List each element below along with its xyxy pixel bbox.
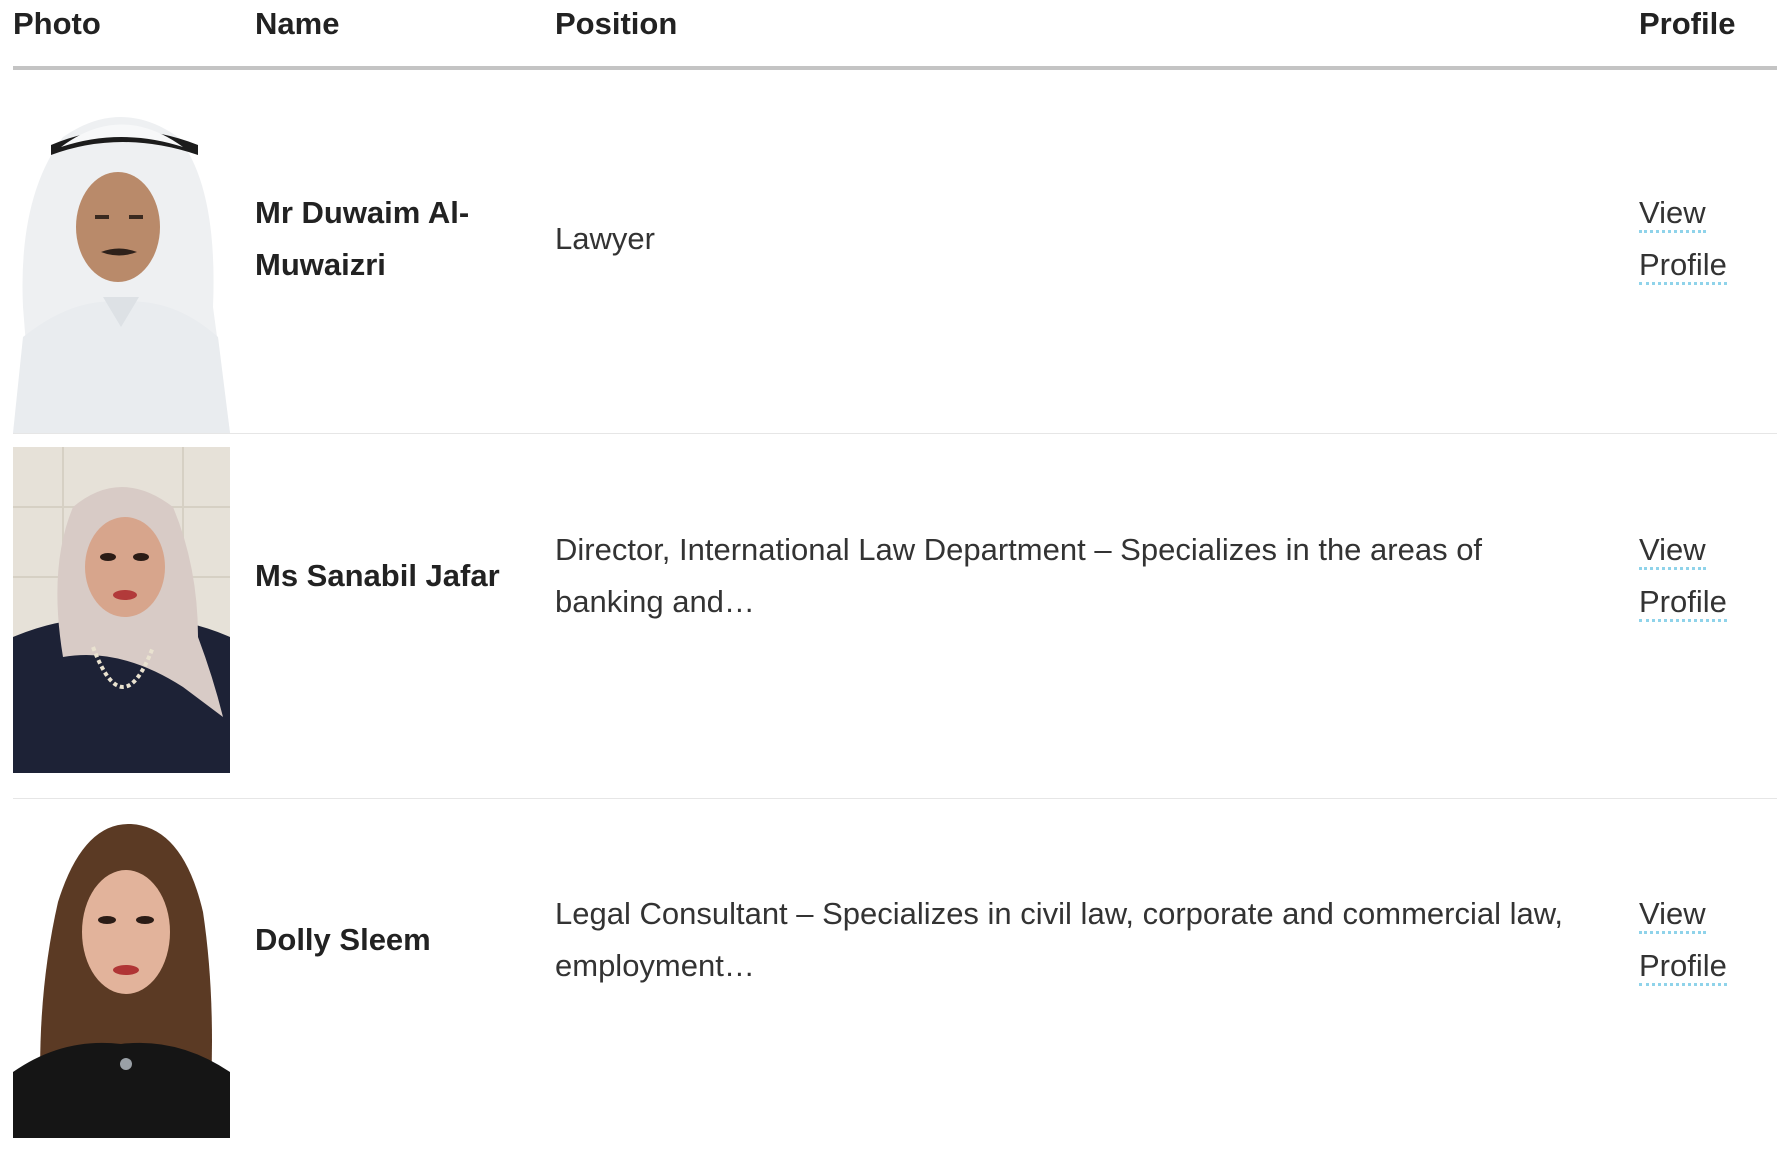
person-photo xyxy=(13,812,230,1138)
view-profile-link[interactable]: View Profile xyxy=(1639,187,1759,291)
staff-table: Photo Name Position Profile Mr Duwaim Al… xyxy=(0,0,1777,1159)
view-profile-link-line1: View xyxy=(1639,195,1706,233)
view-profile-link-line2: Profile xyxy=(1639,247,1727,285)
view-profile-link[interactable]: View Profile xyxy=(1639,524,1759,628)
view-profile-link-line2: Profile xyxy=(1639,584,1727,622)
view-profile-link[interactable]: View Profile xyxy=(1639,888,1759,992)
view-profile-link-line2: Profile xyxy=(1639,948,1727,986)
header-name: Name xyxy=(255,6,340,41)
table-row: Dolly Sleem Legal Consultant – Specializ… xyxy=(13,799,1777,1159)
person-name: Dolly Sleem xyxy=(255,922,431,957)
header-photo: Photo xyxy=(13,6,101,41)
table-row: Mr Duwaim Al-Muwaizri Lawyer View Profil… xyxy=(13,70,1777,434)
person-position: Director, International Law Department –… xyxy=(555,532,1483,619)
person-photo xyxy=(13,107,230,433)
person-photo xyxy=(13,447,230,773)
person-position: Legal Consultant – Specializes in civil … xyxy=(555,896,1563,983)
table-header: Photo Name Position Profile xyxy=(13,0,1777,70)
person-name: Mr Duwaim Al-Muwaizri xyxy=(255,195,470,282)
person-name: Ms Sanabil Jafar xyxy=(255,558,500,593)
person-position: Lawyer xyxy=(555,221,655,256)
header-position: Position xyxy=(555,6,678,41)
view-profile-link-line1: View xyxy=(1639,896,1706,934)
view-profile-link-line1: View xyxy=(1639,532,1706,570)
header-profile: Profile xyxy=(1639,6,1736,41)
table-row: Ms Sanabil Jafar Director, International… xyxy=(13,434,1777,799)
